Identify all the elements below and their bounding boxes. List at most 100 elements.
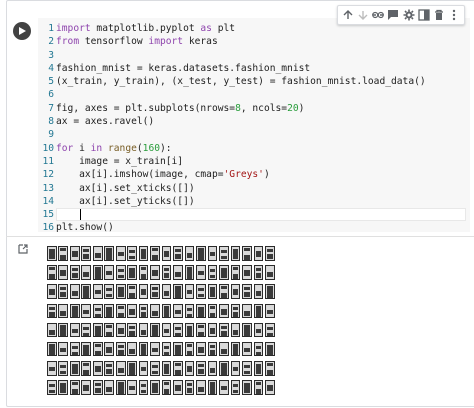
mnist-thumbnail bbox=[138, 322, 149, 338]
settings-button[interactable] bbox=[402, 8, 416, 22]
code-token: from bbox=[56, 36, 80, 48]
mnist-thumbnail bbox=[161, 322, 172, 338]
mnist-thumbnail bbox=[253, 265, 264, 280]
mnist-thumbnail bbox=[69, 265, 80, 280]
more-button[interactable] bbox=[447, 8, 461, 22]
mnist-thumbnail bbox=[265, 284, 275, 299]
mnist-thumbnail bbox=[173, 284, 183, 299]
code-token: ) bbox=[298, 102, 305, 114]
move-down-button[interactable] bbox=[356, 8, 370, 22]
code-line[interactable]: image = x_train[i] bbox=[56, 155, 466, 168]
mnist-thumbnail bbox=[219, 361, 229, 376]
mnist-thumbnail bbox=[219, 341, 229, 357]
delete-button[interactable] bbox=[432, 8, 446, 22]
run-cell-button[interactable] bbox=[13, 22, 31, 40]
code-editor[interactable]: 1 2 3 4 5 6 7 8 9 10 11 12 13 14 15 16 import matplotli… bbox=[38, 18, 470, 235]
mnist-thumbnail bbox=[150, 322, 160, 338]
mnist-thumbnail bbox=[230, 361, 241, 376]
mnist-thumbnail bbox=[47, 322, 57, 338]
code-token: matplotlib.pyplot bbox=[90, 23, 201, 34]
mnist-thumbnail bbox=[104, 284, 115, 299]
mnist-thumbnail bbox=[115, 246, 126, 261]
mnist-thumbnail bbox=[92, 380, 103, 395]
mnist-thumbnail bbox=[253, 341, 264, 357]
link-button[interactable] bbox=[371, 8, 385, 22]
mnist-thumbnail bbox=[58, 380, 69, 395]
code-line[interactable]: fashion_mnist = keras.datasets.fashion_m… bbox=[56, 62, 466, 75]
move-up-icon bbox=[343, 10, 353, 19]
code-token: image = x_train[i] bbox=[56, 155, 184, 167]
mnist-thumbnail bbox=[230, 380, 241, 395]
output-divider bbox=[6, 236, 474, 237]
code-text[interactable]: import matplotlib.pyplot as plt from tens… bbox=[56, 22, 466, 235]
cell-toolbar bbox=[337, 5, 465, 25]
mnist-thumbnail bbox=[230, 284, 241, 299]
mnist-thumbnail bbox=[196, 284, 206, 299]
code-token: fig, axes = plt.subplots(nrows= bbox=[56, 102, 236, 114]
mnist-thumbnail bbox=[265, 380, 275, 395]
mnist-thumbnail bbox=[81, 361, 92, 376]
code-line[interactable] bbox=[56, 88, 466, 101]
mnist-thumbnail bbox=[242, 284, 252, 299]
mnist-thumbnail bbox=[47, 246, 57, 261]
mnist-thumbnail bbox=[47, 303, 57, 319]
move-up-button[interactable] bbox=[341, 8, 355, 22]
mirror-button[interactable] bbox=[417, 8, 431, 22]
mnist-thumbnail bbox=[69, 361, 80, 376]
code-line[interactable]: (x_train, y_train), (x_test, y_test) = f… bbox=[56, 75, 466, 88]
mnist-thumbnail bbox=[173, 341, 183, 357]
mnist-thumbnail bbox=[138, 341, 149, 357]
code-token: 20 bbox=[287, 102, 299, 114]
line-numbers: 1 2 3 4 5 6 7 8 9 10 11 12 13 14 15 16 bbox=[38, 22, 54, 235]
mnist-thumbnail bbox=[242, 361, 252, 376]
code-line[interactable] bbox=[56, 208, 466, 222]
code-line[interactable]: fig, axes = plt.subplots(nrows=8, ncols=… bbox=[56, 102, 466, 115]
code-line[interactable]: for i in range(160): bbox=[56, 142, 466, 155]
mnist-thumbnail bbox=[253, 246, 264, 261]
comment-icon bbox=[388, 10, 399, 20]
line-number: 13 bbox=[42, 182, 54, 194]
mnist-thumbnail bbox=[265, 265, 275, 280]
mnist-thumbnail bbox=[92, 322, 103, 338]
mnist-thumbnail bbox=[242, 322, 252, 338]
mnist-thumbnail bbox=[104, 361, 115, 376]
mnist-thumbnail bbox=[184, 361, 195, 376]
mnist-thumbnail bbox=[138, 380, 149, 395]
mnist-thumbnail bbox=[253, 361, 264, 376]
mnist-thumbnail bbox=[138, 284, 149, 299]
mnist-thumbnail bbox=[207, 322, 218, 338]
mnist-thumbnail bbox=[253, 284, 264, 299]
code-line[interactable]: plt.show() bbox=[56, 221, 466, 234]
mnist-thumbnail bbox=[184, 322, 195, 338]
mnist-thumbnail bbox=[219, 322, 229, 338]
code-line[interactable]: ax[i].set_yticks([]) bbox=[56, 195, 466, 208]
code-token: import bbox=[148, 36, 184, 48]
mnist-thumbnail bbox=[196, 361, 206, 376]
code-line[interactable]: ax[i].imshow(image, cmap='Greys') bbox=[56, 168, 466, 181]
mnist-thumbnail bbox=[115, 265, 126, 280]
code-line[interactable] bbox=[56, 128, 466, 141]
line-number: 10 bbox=[42, 142, 54, 154]
settings-icon bbox=[403, 9, 415, 21]
mnist-thumbnail bbox=[219, 380, 229, 395]
code-line[interactable]: ax[i].set_xticks([]) bbox=[56, 182, 466, 195]
mnist-thumbnail bbox=[81, 246, 92, 261]
mnist-thumbnail bbox=[161, 380, 172, 395]
delete-icon bbox=[435, 9, 444, 20]
mnist-thumbnail bbox=[115, 361, 126, 376]
code-token: , ncols= bbox=[240, 102, 288, 114]
mnist-thumbnail bbox=[207, 265, 218, 280]
line-number: 14 bbox=[42, 195, 54, 207]
code-token: 'Greys' bbox=[223, 169, 264, 181]
mnist-thumbnail bbox=[69, 303, 80, 319]
line-number: 4 bbox=[48, 62, 54, 74]
output-icon[interactable] bbox=[17, 243, 29, 255]
code-token: ): bbox=[160, 142, 172, 154]
mnist-thumbnail bbox=[150, 303, 160, 319]
code-line[interactable]: from tensorflow import keras bbox=[56, 35, 466, 48]
mnist-thumbnail bbox=[265, 246, 275, 261]
code-line[interactable] bbox=[56, 49, 466, 62]
comment-button[interactable] bbox=[386, 8, 400, 22]
mnist-thumbnail bbox=[58, 341, 69, 357]
code-line[interactable]: ax = axes.ravel() bbox=[56, 115, 466, 128]
